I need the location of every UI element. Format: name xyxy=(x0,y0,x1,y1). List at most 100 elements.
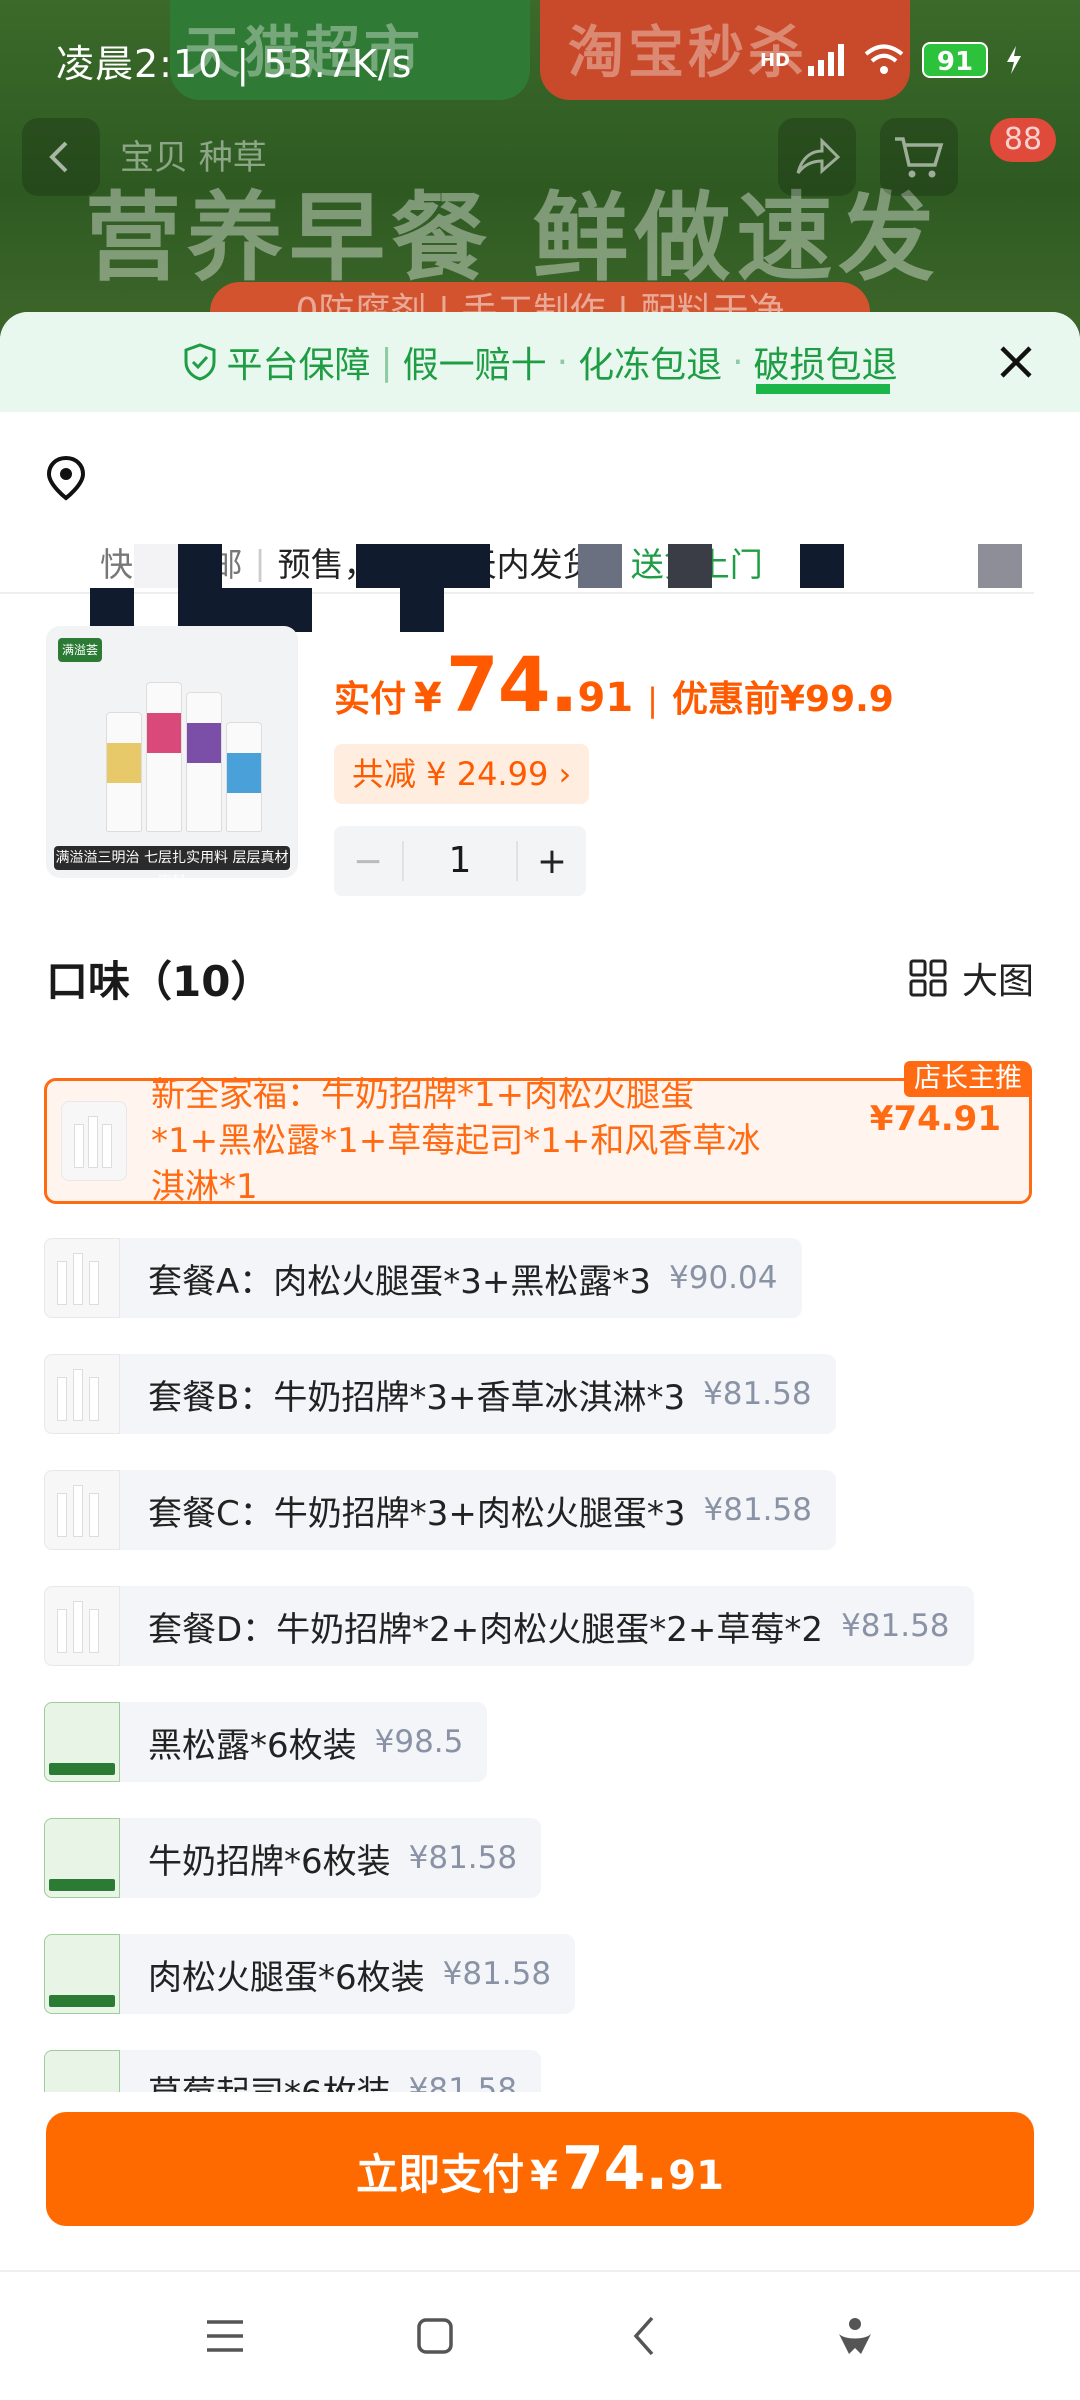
option-price: ¥74.91 xyxy=(869,1099,1001,1139)
hd-label: HD xyxy=(759,49,790,71)
status-icons: HD 91 xyxy=(760,42,1024,78)
cart-icon xyxy=(895,137,944,178)
flavor-option[interactable]: 套餐B：牛奶招牌*3+香草冰淇淋*3 ¥81.58 xyxy=(44,1354,836,1434)
big-view-toggle[interactable]: 大图 xyxy=(908,952,1034,1004)
guarantee-item-fake: 假一赔十 xyxy=(402,345,547,386)
wifi-icon xyxy=(864,44,904,74)
pay-now-label: 立即支付 xyxy=(356,2150,525,2199)
pay-price-decimal: 91 xyxy=(668,2153,724,2199)
option-price: ¥98.5 xyxy=(374,1724,464,1760)
signal-icon xyxy=(808,44,844,76)
flavor-option[interactable]: 黑松露*6枚装 ¥98.5 xyxy=(44,1702,488,1782)
battery-indicator: 91 xyxy=(922,42,988,78)
currency-symbol: ¥ xyxy=(414,675,442,721)
thumbnail-caption: 满溢溢三明治 七层扎实用料 层层真材实料 xyxy=(54,846,290,878)
pay-currency: ¥ xyxy=(530,2153,558,2199)
price-integer: 74. xyxy=(445,640,579,729)
charging-icon xyxy=(1007,46,1021,74)
menu-icon xyxy=(207,2320,243,2352)
original-label: 优惠前 xyxy=(671,679,780,720)
decrease-button[interactable]: − xyxy=(334,841,402,882)
option-thumbnail xyxy=(61,1101,127,1181)
option-thumbnail xyxy=(44,1470,120,1550)
increase-button[interactable]: + xyxy=(518,841,586,882)
guarantee-dot: · xyxy=(732,341,744,383)
flavor-list-clip: 草莓起司*6枚装 ¥81.58 xyxy=(0,2050,1080,2092)
shield-check-icon xyxy=(184,343,216,381)
share-icon xyxy=(796,137,841,175)
recommended-tag: 店长主推 xyxy=(904,1061,1032,1097)
assistant-icon xyxy=(839,2318,871,2354)
system-nav-bar xyxy=(0,2270,1080,2400)
price-divider: | xyxy=(647,681,658,719)
chevron-left-icon xyxy=(49,141,68,173)
option-thumbnail xyxy=(44,2050,120,2092)
sandwich-pack xyxy=(146,682,182,832)
option-label: 新全家福：牛奶招牌*1+肉松火腿蛋*1+黑松露*1+草莓起司*1+和风香草冰淇淋… xyxy=(151,1075,761,1207)
flavor-option-selected[interactable]: 店长主推 新全家福：牛奶招牌*1+肉松火腿蛋*1+黑松露*1+草莓起司*1+和风… xyxy=(44,1061,1032,1207)
option-thumbnail xyxy=(44,1586,120,1666)
option-price: ¥81.58 xyxy=(408,1840,518,1876)
option-thumbnail xyxy=(44,1934,120,2014)
discount-badge[interactable]: 共减 ¥ 24.99 › xyxy=(334,744,590,804)
assistant-button[interactable] xyxy=(815,2296,895,2376)
product-thumbnail[interactable]: 满溢荟 满溢溢三明治 七层扎实用料 层层真材实料 xyxy=(46,626,298,878)
back-button[interactable] xyxy=(22,118,100,196)
option-price: ¥81.58 xyxy=(841,1608,950,1644)
guarantee-item-thaw: 化冻包退 xyxy=(578,345,723,386)
pay-now-button[interactable]: 立即支付 ¥ 74. 91 xyxy=(46,2112,1034,2226)
option-price: ¥81.58 xyxy=(703,1492,812,1528)
address-row[interactable] xyxy=(0,412,1080,632)
option-thumbnail xyxy=(44,1238,120,1318)
option-price: ¥90.04 xyxy=(669,1260,778,1296)
guarantee-dot: · xyxy=(556,341,569,383)
quantity-stepper: − 1 + xyxy=(334,826,586,896)
product-summary: 满溢荟 满溢溢三明治 七层扎实用料 层层真材实料 实付 ¥ 74. 91 | 优… xyxy=(0,594,1080,914)
close-icon[interactable] xyxy=(992,338,1040,386)
grid-icon xyxy=(909,959,947,997)
option-label: 套餐C：牛奶招牌*3+肉松火腿蛋*3 xyxy=(148,1493,686,1534)
share-button[interactable] xyxy=(778,118,856,196)
price-row: 实付 ¥ 74. 91 | 优惠前 ¥99.9 xyxy=(334,640,894,729)
flavor-option[interactable]: 套餐A：肉松火腿蛋*3+黑松露*3 ¥90.04 xyxy=(44,1238,802,1318)
option-thumbnail xyxy=(44,1818,120,1898)
menu-button[interactable] xyxy=(185,2296,265,2376)
big-view-label: 大图 xyxy=(961,961,1034,1002)
flavor-option[interactable]: 套餐C：牛奶招牌*3+肉松火腿蛋*3 ¥81.58 xyxy=(44,1470,836,1550)
price-decimal: 91 xyxy=(577,675,634,721)
guarantee-underline xyxy=(756,384,890,394)
cart-button[interactable] xyxy=(880,118,958,196)
quantity-value[interactable]: 1 xyxy=(402,841,518,881)
flavor-header: 口味（10） 大图 xyxy=(0,914,1080,1024)
status-time: 凌晨2:10 | 53.7K/s xyxy=(56,41,413,86)
cart-badge: 88 xyxy=(990,118,1056,162)
option-price: ¥81.58 xyxy=(408,2072,518,2092)
guarantee-banner[interactable]: 平台保障 | 假一赔十 · 化冻包退 · 破损包退 xyxy=(0,312,1080,412)
flavor-option[interactable]: 肉松火腿蛋*6枚装 ¥81.58 xyxy=(44,1934,576,2014)
option-thumbnail xyxy=(44,1702,120,1782)
sandwich-pack xyxy=(106,712,142,832)
flavor-option[interactable]: 草莓起司*6枚装 ¥81.58 xyxy=(44,2050,542,2092)
guarantee-title: 平台保障 xyxy=(226,345,371,386)
option-label: 套餐A：肉松火腿蛋*3+黑松露*3 xyxy=(148,1261,652,1302)
location-pin-icon xyxy=(46,455,86,501)
back-arrow-icon xyxy=(633,2316,654,2356)
option-label: 套餐B：牛奶招牌*3+香草冰淇淋*3 xyxy=(148,1377,686,1418)
flavor-option[interactable]: 套餐D：牛奶招牌*2+肉松火腿蛋*2+草莓*2 ¥81.58 xyxy=(44,1586,974,1666)
shipping-divider: | xyxy=(254,542,266,582)
flavor-option[interactable]: 牛奶招牌*6枚装 ¥81.58 xyxy=(44,1818,542,1898)
home-square-icon xyxy=(417,2318,453,2354)
option-label: 套餐D：牛奶招牌*2+肉松火腿蛋*2+草莓*2 xyxy=(148,1609,824,1650)
back-nav-button[interactable] xyxy=(605,2296,685,2376)
brand-logo: 满溢荟 xyxy=(58,638,102,662)
home-button[interactable] xyxy=(395,2296,475,2376)
sandwich-pack xyxy=(186,692,222,832)
guarantee-divider: | xyxy=(380,341,393,383)
pay-price-integer: 74. xyxy=(561,2134,669,2204)
guarantee-item-damage: 破损包退 xyxy=(753,345,898,386)
flavor-title: 口味（10） xyxy=(46,957,273,1006)
status-bar: 凌晨2:10 | 53.7K/s HD 91 xyxy=(0,0,1080,120)
option-thumbnail xyxy=(44,1354,120,1434)
original-price: ¥99.9 xyxy=(779,679,894,720)
pay-label: 实付 xyxy=(334,679,407,720)
